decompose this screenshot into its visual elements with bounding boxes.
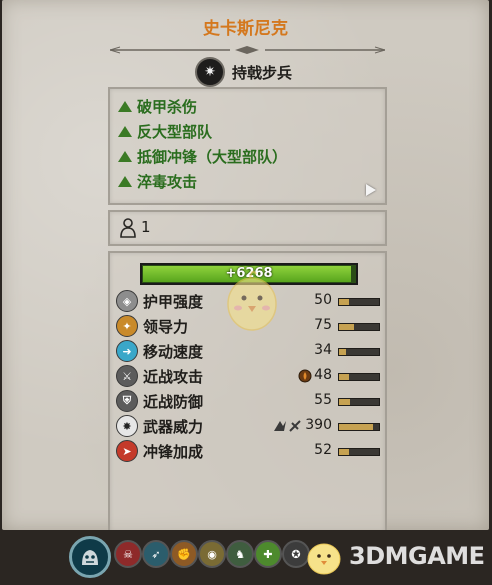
stat-label: 护甲强度: [143, 293, 204, 311]
stat-label: 领导力: [143, 318, 189, 336]
ability-item[interactable]: 反大型部队: [118, 120, 212, 142]
ability-item[interactable]: 破甲杀伤: [118, 95, 197, 117]
ability-item[interactable]: 抵御冲锋（大型部队）: [118, 145, 287, 167]
melee-defense-icon: ⛨: [116, 390, 138, 412]
stat-value: 75: [314, 317, 332, 333]
stat-bar-fill: [339, 374, 349, 380]
armour-piercing-icon: [272, 418, 302, 434]
stat-label: 近战防御: [143, 393, 204, 411]
stat-label: 近战攻击: [143, 368, 204, 386]
stat-bar-fill: [339, 299, 349, 305]
stat-bar-fill: [339, 349, 346, 355]
stat-row-speed[interactable]: ➜ 移动速度 34: [116, 340, 380, 362]
speed-icon: ➜: [116, 340, 138, 362]
stat-label: 武器威力: [143, 418, 204, 436]
stat-value: 48: [314, 367, 332, 383]
unit-count-value: 1: [141, 218, 151, 236]
goblin-unit-icon[interactable]: [69, 536, 111, 578]
stat-value: 55: [314, 392, 332, 408]
unit-info-panel: 史卡斯尼克 ✷ 持戟步兵 破甲杀伤 反大型部队 抵御冲锋（大型部队） 淬毒攻击: [2, 0, 489, 534]
ability-item[interactable]: 淬毒攻击: [118, 170, 197, 192]
ability-label: 淬毒攻击: [137, 172, 198, 191]
stat-row-weapon-strength[interactable]: ✸ 武器威力 390: [116, 415, 380, 437]
watermark-mascot-icon: [227, 270, 277, 331]
ability-label: 反大型部队: [137, 122, 213, 141]
ability-up-icon: [118, 175, 132, 187]
armor-icon: ◈: [116, 290, 138, 312]
stat-value: 34: [314, 342, 332, 358]
stat-value: 390: [305, 417, 332, 433]
person-icon: [120, 218, 136, 238]
frenzy-icon[interactable]: ☠: [114, 540, 142, 568]
stat-bar: [338, 423, 380, 431]
ability-label: 破甲杀伤: [137, 97, 198, 116]
ability-up-icon: [118, 150, 132, 162]
stat-label: 移动速度: [143, 343, 204, 361]
more-abilities-arrow-icon[interactable]: [366, 184, 376, 196]
stat-bar-fill: [339, 399, 351, 405]
site-logo: 3DMGAME: [304, 536, 485, 576]
ability-up-icon: [118, 125, 132, 137]
logo-mascot-icon: [307, 543, 341, 575]
unit-type: ✷ 持戟步兵: [195, 57, 293, 87]
abilities-list: 破甲杀伤 反大型部队 抵御冲锋（大型部队） 淬毒攻击: [108, 87, 387, 205]
charge-bonus-icon: ➤: [116, 440, 138, 462]
ornamental-divider: [110, 46, 385, 54]
stat-bar: [338, 373, 380, 381]
stat-bar-fill: [339, 424, 373, 430]
unit-name-title: 史卡斯尼克: [203, 19, 288, 39]
unit-count-box: 1: [108, 210, 387, 246]
weapon-strength-icon: ✸: [116, 415, 138, 437]
stat-bar: [338, 323, 380, 331]
bottom-bar: ☠ ➶ ✊ ◉ ♞ ✚ ✪ 3DMGAME: [0, 530, 492, 585]
spear-infantry-icon: ✷: [195, 57, 225, 87]
vision-icon[interactable]: ◉: [198, 540, 226, 568]
hide-icon[interactable]: ♞: [226, 540, 254, 568]
ability-up-icon: [118, 100, 132, 112]
stat-bar-fill: [339, 449, 350, 455]
stat-bar-fill: [339, 324, 355, 330]
stat-bar: [338, 448, 380, 456]
trample-icon[interactable]: ➶: [142, 540, 170, 568]
regen-icon[interactable]: ✚: [254, 540, 282, 568]
stat-label: 冲锋加成: [143, 443, 204, 461]
stat-value: 52: [314, 442, 332, 458]
stat-bar: [338, 298, 380, 306]
stat-value: 50: [314, 292, 332, 308]
ability-label: 抵御冲锋（大型部队）: [137, 147, 288, 166]
unit-type-label: 持戟步兵: [232, 63, 293, 82]
logo-text: 3DMGAME: [349, 542, 485, 570]
stat-row-melee-defense[interactable]: ⛨ 近战防御 55: [116, 390, 380, 412]
stat-row-melee-attack[interactable]: ⚔ 近战攻击 48: [116, 365, 380, 387]
expendable-icon[interactable]: ✊: [170, 540, 198, 568]
stat-row-charge-bonus[interactable]: ➤ 冲锋加成 52: [116, 440, 380, 462]
stat-bar: [338, 398, 380, 406]
leadership-icon: ✦: [116, 315, 138, 337]
melee-attack-icon: ⚔: [116, 365, 138, 387]
poison-icon: [297, 368, 313, 384]
stat-bar: [338, 348, 380, 356]
